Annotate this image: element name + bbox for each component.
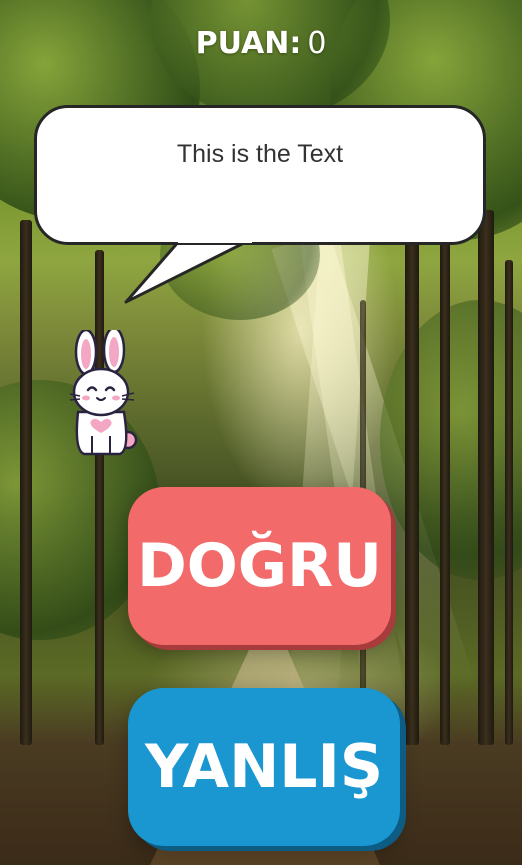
bunny-icon <box>69 330 138 456</box>
tree-trunk <box>95 250 104 745</box>
false-button[interactable]: YANLIŞ <box>128 688 400 846</box>
tree-trunk <box>505 260 513 745</box>
speech-bubble: This is the Text <box>0 0 522 320</box>
speech-bubble-text: This is the Text <box>176 140 344 168</box>
true-button[interactable]: DOĞRU <box>128 487 391 645</box>
